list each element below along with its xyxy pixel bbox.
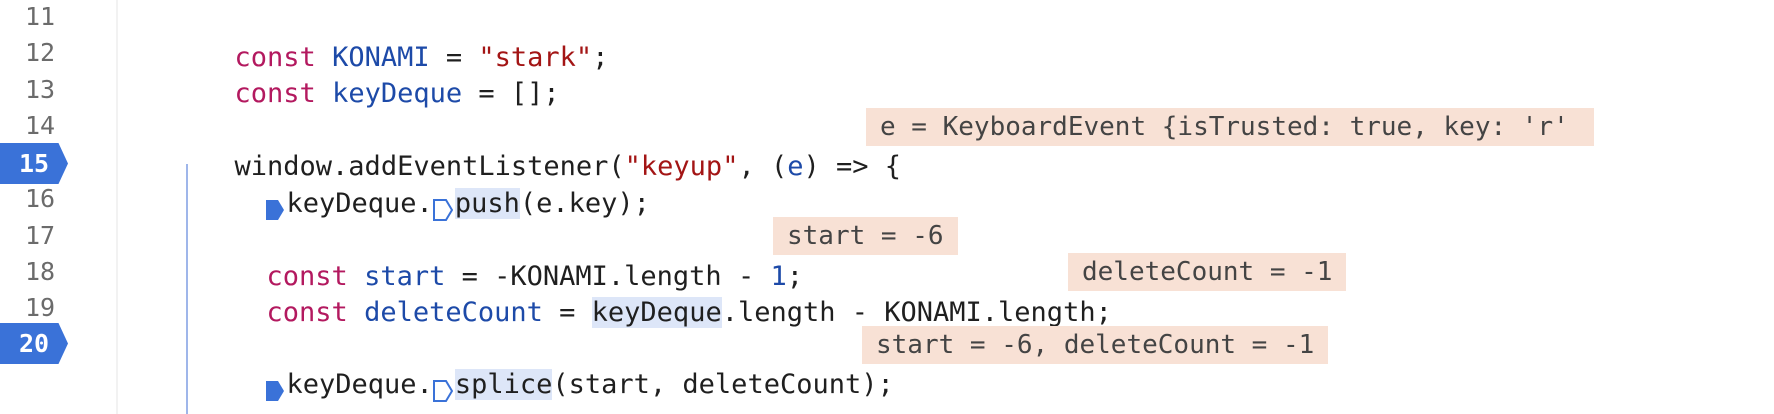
line-number[interactable]: 12 [4, 32, 76, 73]
line-number[interactable]: 19 [4, 287, 76, 328]
column-breakpoint-inactive-icon[interactable] [432, 192, 453, 221]
breakpoint-marker-line-20[interactable]: 20 [0, 323, 68, 364]
code-line-17: const start = -KONAMI.length - 1; [234, 215, 803, 292]
column-breakpoint-inactive-icon[interactable] [432, 373, 453, 402]
code-line-14: window.addEventListener("keyup", (e) => … [202, 105, 902, 182]
code-text: , ( [738, 151, 788, 182]
column-breakpoint-active-icon[interactable] [265, 192, 285, 220]
inline-value-preview[interactable]: start = -6 [773, 217, 958, 255]
code-line-12: const keyDeque = []; [202, 32, 560, 109]
code-line-20: keyDeque. splice(start, deleteCount); [232, 323, 894, 402]
line-number[interactable]: 18 [4, 251, 76, 292]
code-text: ) => { [803, 151, 902, 182]
code-line-18: const deleteCount = keyDeque.length - KO… [234, 251, 1112, 328]
inline-value-preview[interactable]: e = KeyboardEvent {isTrusted: true, key:… [866, 108, 1594, 146]
line-number-gutter: 11 12 13 14 15 16 17 18 19 20 [0, 0, 118, 414]
punctuation: ; [592, 42, 609, 73]
parameter: e [787, 151, 804, 182]
line-number[interactable]: 13 [4, 69, 76, 110]
scope-indent-guide [186, 164, 188, 414]
code-text: keyDeque. [286, 369, 433, 400]
line-number[interactable]: 17 [4, 215, 76, 256]
column-breakpoint-active-icon[interactable] [265, 373, 285, 401]
line-number[interactable]: 14 [4, 105, 76, 146]
inline-value-preview[interactable]: deleteCount = -1 [1068, 253, 1347, 291]
code-line-15: keyDeque. push(e.key); [232, 142, 650, 221]
line-number[interactable]: 16 [4, 178, 76, 219]
method-name: splice [454, 369, 553, 400]
code-text: (start, deleteCount); [552, 369, 894, 400]
inline-value-preview[interactable]: start = -6, deleteCount = -1 [862, 326, 1329, 364]
